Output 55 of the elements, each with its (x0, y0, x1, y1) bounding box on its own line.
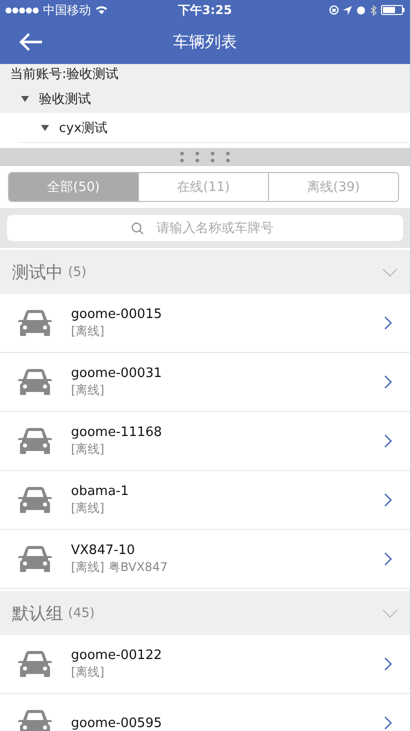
vehicle-name: goome-00595 (71, 716, 162, 730)
car-icon (17, 485, 53, 515)
collapse-triangle-icon[interactable] (20, 96, 30, 102)
vehicle-name: goome-00031 (71, 366, 162, 380)
page-title: 车辆列表 (173, 32, 237, 52)
wifi-icon (95, 5, 108, 15)
chevron-right-icon (384, 493, 392, 507)
vehicle-name: goome-11168 (71, 424, 162, 440)
car-icon (17, 544, 53, 574)
group-name: 默认组 (12, 602, 63, 624)
chevron-right-icon (384, 316, 392, 330)
vehicle-status: [离线] (71, 440, 104, 458)
battery-icon (381, 5, 405, 15)
group-name: 测试中 (12, 262, 63, 284)
location-icon (343, 6, 352, 14)
search-field[interactable]: 请输入名称或车牌号 (7, 215, 403, 241)
chevron-down-icon (382, 268, 398, 276)
signal-icon (5, 6, 39, 14)
vehicle-name: goome-00015 (71, 306, 162, 322)
vehicle-name: obama-1 (71, 484, 129, 498)
grip-dots-icon (179, 151, 231, 163)
car-icon (17, 708, 53, 731)
vehicle-status: [离线] (71, 382, 104, 398)
vehicle-status: [离线] (71, 558, 104, 576)
account-label: 当前账号:验收测试 (0, 64, 410, 84)
vehicle-status: [离线] (71, 322, 104, 340)
rotation-lock-icon (329, 5, 339, 15)
car-icon (17, 308, 53, 338)
vehicle-status: [离线] (71, 500, 104, 516)
chevron-right-icon (384, 716, 392, 730)
search-icon (131, 222, 144, 235)
car-icon (17, 367, 53, 397)
collapse-triangle-icon[interactable] (40, 124, 50, 130)
vehicle-name: goome-00122 (71, 648, 162, 662)
group-count: (45) (68, 606, 95, 620)
back-arrow-icon[interactable] (18, 32, 44, 52)
group-count: (5) (68, 264, 86, 280)
tree-item[interactable]: cyx测试 (59, 118, 108, 136)
car-icon (17, 426, 53, 456)
group-header[interactable]: 测试中 (5) (0, 250, 410, 294)
vehicle-status: [离线] (71, 664, 104, 680)
chevron-right-icon (384, 657, 392, 671)
car-icon (17, 649, 53, 679)
bluetooth-icon (370, 4, 377, 16)
tree-item[interactable]: 验收测试 (39, 90, 91, 108)
plate-number: 粤BVX847 (108, 558, 168, 576)
chevron-right-icon (384, 552, 392, 566)
clock-text: 下午3:25 (178, 2, 232, 18)
chevron-right-icon (384, 375, 392, 389)
vehicle-name: VX847-10 (71, 542, 136, 558)
chevron-right-icon (384, 434, 392, 448)
carrier-text: 中国移动 (43, 2, 91, 18)
drag-handle[interactable] (0, 148, 410, 166)
group-header[interactable]: 默认组 (45) (0, 591, 410, 635)
chevron-down-icon (382, 608, 398, 618)
